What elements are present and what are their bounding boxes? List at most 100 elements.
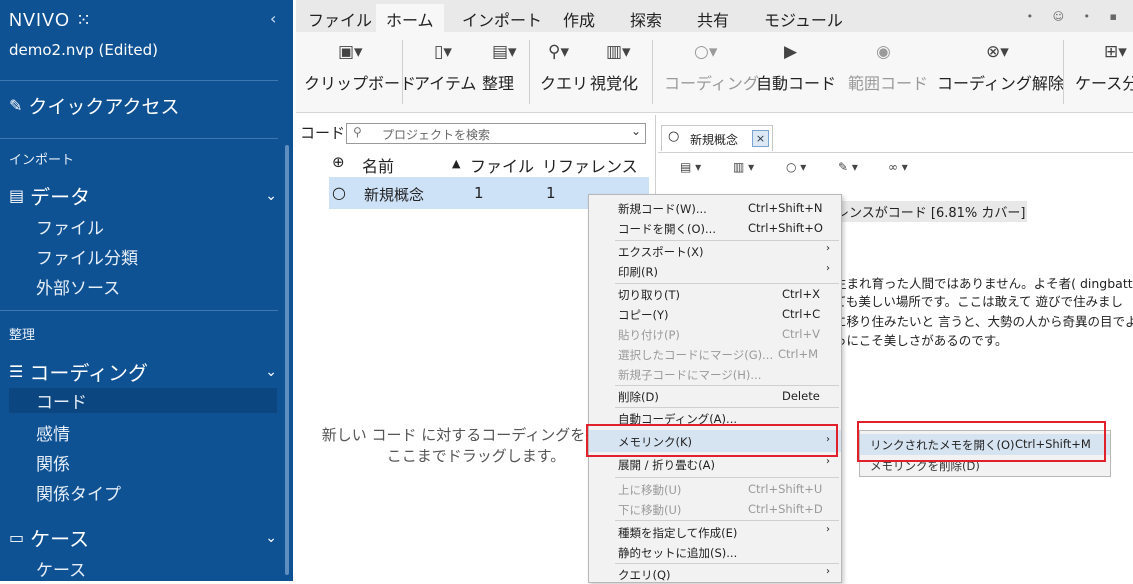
- case-button[interactable]: ケース分: [1075, 70, 1133, 94]
- clipboard-button[interactable]: クリップボード: [304, 70, 416, 94]
- memo-icon[interactable]: ▤ ▾: [680, 160, 701, 174]
- menu-item-move-up[interactable]: 上に移動(U) Ctrl+Shift+U: [589, 479, 841, 499]
- sidebar-item-cases[interactable]: ケース: [36, 556, 86, 581]
- uncode-icon: ⊗▾: [986, 42, 1009, 62]
- tab-share[interactable]: 共有: [697, 7, 729, 31]
- chart-icon[interactable]: ▥ ▾: [733, 160, 754, 174]
- close-icon[interactable]: ×: [752, 130, 769, 147]
- menu-separator: [615, 477, 839, 478]
- chevron-down-icon[interactable]: ⌄: [631, 124, 641, 138]
- coding-button[interactable]: コーディング: [664, 70, 759, 94]
- pin-icon: ✎: [9, 96, 23, 115]
- sidebar-item-relationship-types[interactable]: 関係タイプ: [36, 480, 121, 505]
- sidebar-item-sentiment[interactable]: 感情: [36, 420, 70, 445]
- sidebar-scrollbar[interactable]: [285, 145, 289, 575]
- menu-item-expand-collapse[interactable]: 展開 / 折り畳む(A) ›: [589, 454, 841, 474]
- menu-item-query[interactable]: クエリ(Q) ›: [589, 564, 841, 584]
- range-code-icon: ◉: [876, 42, 891, 62]
- add-column-icon[interactable]: ⊕: [332, 153, 345, 171]
- menu-item-open-code[interactable]: コードを開く(O)... Ctrl+Shift+O: [589, 218, 841, 238]
- highlight-box-memo-link: [586, 424, 838, 457]
- menu-item-new-code[interactable]: 新規コード(W)... Ctrl+Shift+N: [589, 198, 841, 218]
- navigation-sidebar: NVIVO ⁙ ‹ demo2.nvp (Edited) ✎ クイックアクセス …: [0, 0, 293, 581]
- menu-item-paste[interactable]: 貼り付け(P) Ctrl+V: [589, 324, 841, 344]
- column-header-references[interactable]: リファレンス: [542, 153, 638, 177]
- menu-item-add-to-static-set[interactable]: 静的セットに追加(S)...: [589, 542, 841, 562]
- coding-group-label: コーディング: [29, 361, 148, 385]
- menu-separator: [615, 520, 839, 521]
- menu-item-print[interactable]: 印刷(R) ›: [589, 261, 841, 281]
- chevron-down-icon: ⌄: [265, 363, 277, 380]
- row-files: 1: [474, 184, 484, 202]
- sidebar-item-codes[interactable]: コード: [9, 388, 277, 413]
- menu-item-create-as[interactable]: 種類を指定して作成(E) ›: [589, 522, 841, 542]
- import-section-label: インポート: [9, 153, 75, 168]
- link-icon[interactable]: ∞ ▾: [888, 160, 908, 174]
- column-header-name[interactable]: 名前: [362, 153, 394, 177]
- uncode-button[interactable]: コーディング解除: [937, 70, 1064, 94]
- organize-button[interactable]: 整理: [482, 70, 514, 94]
- document-icon: ▯▾: [434, 42, 452, 62]
- coverage-summary: レンスがコード [6.81% カバー]: [834, 201, 1028, 222]
- data-group-header[interactable]: ▤ データ ⌄: [9, 181, 277, 210]
- list-title: コード: [300, 124, 346, 142]
- menu-item-cut[interactable]: 切り取り(T) Ctrl+X: [589, 284, 841, 304]
- cases-group-header[interactable]: ▭ ケース ⌄: [9, 523, 277, 552]
- row-references: 1: [546, 184, 556, 202]
- range-code-button[interactable]: 範囲コード: [848, 70, 928, 94]
- tab-new-concept[interactable]: ○ 新規概念 ×: [661, 125, 773, 151]
- sidebar-item-external-sources[interactable]: 外部ソース: [36, 274, 120, 299]
- submenu-arrow-icon: ›: [826, 524, 830, 535]
- menu-item-copy[interactable]: コピー(Y) Ctrl+C: [589, 304, 841, 324]
- sidebar-item-relationships[interactable]: 関係: [36, 450, 70, 475]
- tab-import[interactable]: インポート: [462, 7, 542, 31]
- tab-modules[interactable]: モジュール: [764, 7, 843, 31]
- column-header-files[interactable]: ファイル: [470, 153, 534, 177]
- sidebar-item-file-classifications[interactable]: ファイル分類: [36, 244, 138, 269]
- home-ribbon: ▣▾ クリップボード ▯▾ アイテム ▤▾ 整理 ⚲▾ クエリ ▥▾ 視覚化 ○…: [296, 32, 1133, 113]
- coding-icon[interactable]: ○ ▾: [786, 160, 806, 174]
- submenu-arrow-icon: ›: [826, 263, 830, 274]
- ribbon-separator: [529, 40, 530, 104]
- menu-item-delete[interactable]: 削除(D) Delete: [589, 386, 841, 406]
- row-name[interactable]: 新規概念: [364, 184, 424, 205]
- tab-label: 新規概念: [690, 133, 739, 147]
- collapse-sidebar-icon[interactable]: ‹: [270, 9, 276, 28]
- search-input[interactable]: ⚲ プロジェクトを検索 ⌄: [346, 123, 646, 144]
- text-line: ても美しい場所です。ここは敢えて 遊びで住みまし: [834, 294, 1123, 309]
- menu-item-export[interactable]: エクスポート(X) ›: [589, 241, 841, 261]
- context-menu: 新規コード(W)... Ctrl+Shift+N コードを開く(O)... Ctrl…: [588, 194, 842, 583]
- window-controls[interactable]: • ☺ • ▪: [1027, 10, 1125, 23]
- coding-group-header[interactable]: ☰ コーディング ⌄: [9, 357, 277, 386]
- search-placeholder: プロジェクトを検索: [382, 128, 491, 142]
- item-button[interactable]: アイテム: [414, 70, 476, 94]
- menu-item-merge-child[interactable]: 新規子コードにマージ(H)...: [589, 364, 841, 384]
- divider: [0, 80, 278, 81]
- database-icon: ▤: [9, 186, 25, 205]
- search-icon: ⚲: [353, 125, 362, 139]
- cases-group-label: ケース: [30, 527, 90, 551]
- menu-item-move-down[interactable]: 下に移動(U) Ctrl+Shift+D: [589, 499, 841, 519]
- submenu-arrow-icon: ›: [826, 243, 830, 254]
- menu-item-merge-selected[interactable]: 選択したコードにマージ(G)... Ctrl+M: [589, 344, 841, 364]
- ribbon-separator: [1063, 40, 1064, 104]
- text-line: 生まれ育った人間ではありません。よそ者( dingbatt: [834, 276, 1133, 291]
- tab-create[interactable]: 作成: [563, 7, 595, 31]
- tab-file[interactable]: ファイル: [308, 7, 372, 31]
- highlight-icon[interactable]: ✎ ▾: [838, 160, 858, 174]
- data-group-label: データ: [30, 185, 91, 209]
- quick-access-label: クイックアクセス: [28, 96, 180, 118]
- quick-access-header[interactable]: ✎ クイックアクセス: [9, 92, 179, 119]
- ribbon-tab-bar: ファイル ホーム インポート 作成 探索 共有 モジュール • ☺ • ▪: [296, 0, 1133, 37]
- visualize-button[interactable]: 視覚化: [590, 70, 638, 94]
- tab-explore[interactable]: 探索: [630, 7, 662, 31]
- code-node-icon: ○: [332, 183, 346, 202]
- auto-code-button[interactable]: 自動コード: [756, 70, 836, 94]
- chevron-down-icon: ⌄: [265, 187, 277, 204]
- nvivo-logo: NVIVO ⁙: [9, 10, 93, 30]
- coding-icon: ○▾: [694, 42, 718, 62]
- project-name: demo2.nvp (Edited): [9, 41, 159, 59]
- list-icon: ☰: [9, 362, 24, 381]
- sidebar-item-files[interactable]: ファイル: [36, 214, 104, 239]
- query-button[interactable]: クエリ: [540, 70, 588, 94]
